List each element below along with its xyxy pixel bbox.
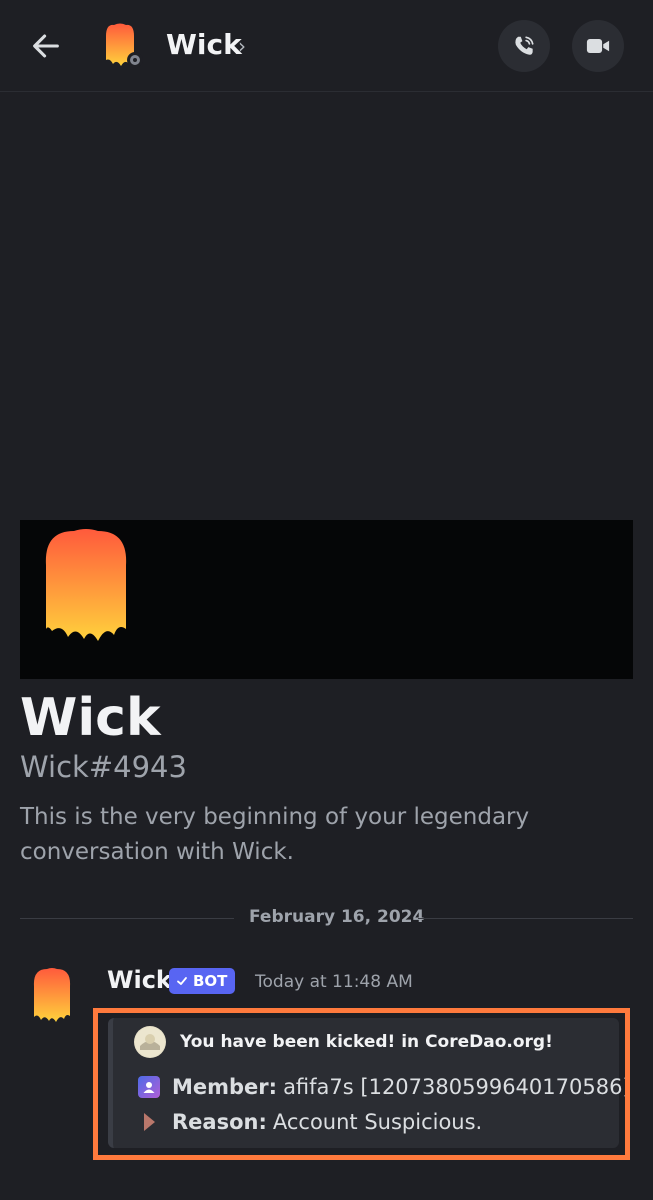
profile-tag: Wick#4943 bbox=[20, 750, 187, 784]
phone-icon bbox=[515, 36, 534, 55]
back-button[interactable] bbox=[26, 26, 66, 66]
checkmark-icon bbox=[177, 977, 187, 985]
video-camera-icon bbox=[586, 39, 610, 53]
divider-line-left bbox=[20, 918, 234, 919]
video-call-button[interactable] bbox=[572, 20, 624, 72]
date-divider: February 16, 2024 bbox=[249, 907, 425, 927]
chevron-right-icon[interactable]: › bbox=[238, 34, 246, 58]
message-author-avatar[interactable] bbox=[30, 966, 74, 1026]
chat-header: Wick › bbox=[0, 0, 653, 92]
wick-profile-avatar bbox=[45, 529, 127, 641]
divider-line-right bbox=[418, 918, 633, 919]
message-timestamp: Today at 11:48 AM bbox=[255, 972, 413, 992]
arrow-left-icon bbox=[33, 34, 59, 58]
bot-badge-label: BOT bbox=[193, 972, 228, 990]
bot-badge: BOT bbox=[169, 968, 236, 994]
header-title[interactable]: Wick bbox=[166, 28, 242, 61]
profile-display-name: Wick bbox=[20, 688, 161, 748]
status-indicator bbox=[127, 52, 143, 68]
call-button[interactable] bbox=[498, 20, 550, 72]
message-author-name[interactable]: Wick bbox=[107, 966, 172, 994]
conversation-intro: This is the very beginning of your legen… bbox=[20, 804, 530, 865]
highlight-box bbox=[93, 1008, 630, 1160]
